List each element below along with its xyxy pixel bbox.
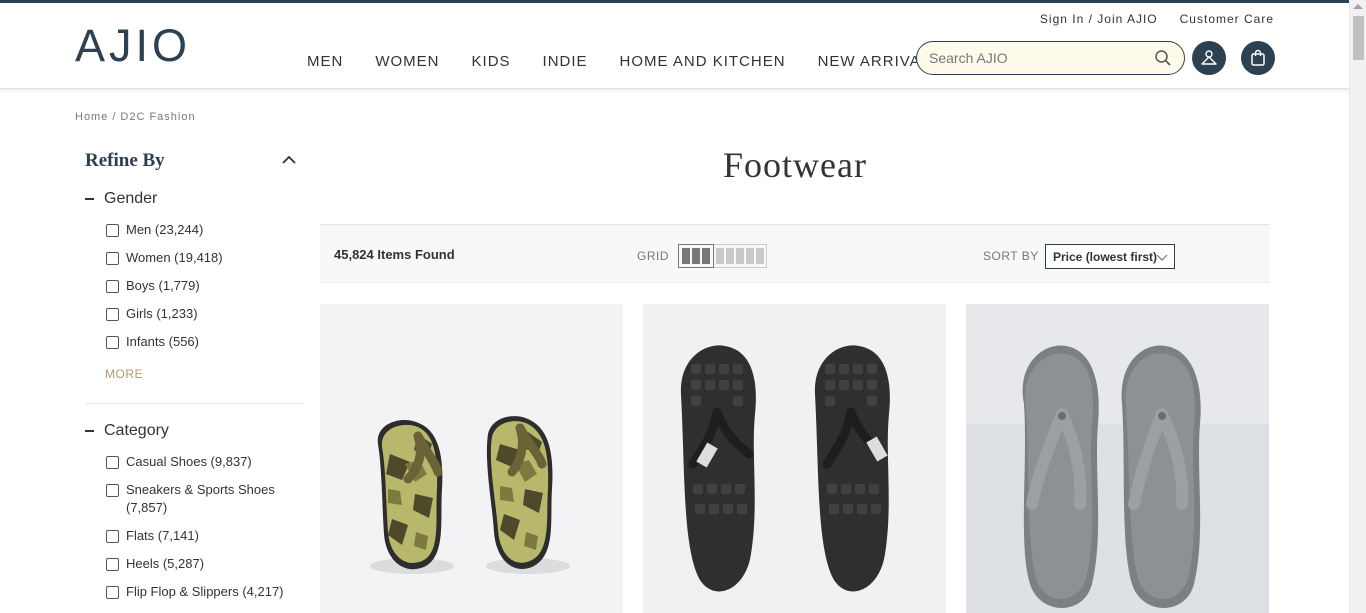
breadcrumb-current[interactable]: D2C Fashion <box>120 111 195 123</box>
filter-option[interactable]: Girls (1,233) <box>106 305 296 323</box>
user-icon <box>1201 50 1217 65</box>
filter-option-label: Casual Shoes (9,837) <box>126 454 252 469</box>
scroll-thumb[interactable] <box>1353 16 1364 60</box>
breadcrumb-home[interactable]: Home <box>75 111 108 123</box>
nav-women[interactable]: WOMEN <box>375 53 439 70</box>
checkbox[interactable] <box>106 308 119 321</box>
shopping-bag-icon <box>1251 49 1265 66</box>
chevron-down-icon <box>1156 254 1168 261</box>
checkbox[interactable] <box>106 224 119 237</box>
page-scrollbar[interactable] <box>1349 0 1366 613</box>
chevron-up-icon[interactable] <box>281 152 297 168</box>
checkbox[interactable] <box>106 456 119 469</box>
ajio-logo[interactable]: AJIO <box>75 23 191 69</box>
facet-category-label: Category <box>104 422 169 439</box>
filter-option-label: Girls (1,233) <box>126 306 198 321</box>
filter-option-label: Men (23,244) <box>126 222 204 237</box>
collapse-minus-icon <box>85 198 94 200</box>
filter-option[interactable]: Men (23,244) <box>106 221 296 239</box>
nav-indie[interactable]: INDIE <box>543 53 588 70</box>
filter-option-label: Flats (7,141) <box>126 528 199 543</box>
main-nav: MEN WOMEN KIDS INDIE HOME AND KITCHEN NE… <box>307 53 973 70</box>
filter-option[interactable]: Heels (5,287) <box>106 555 296 573</box>
checkbox[interactable] <box>106 484 119 497</box>
filter-option-label: Infants (556) <box>126 334 199 349</box>
filter-option[interactable]: Infants (556) <box>106 333 296 351</box>
checkbox[interactable] <box>106 558 119 571</box>
filter-option[interactable]: Women (19,418) <box>106 249 296 267</box>
filter-option-label: Boys (1,779) <box>126 278 200 293</box>
facet-gender[interactable]: Gender <box>85 190 157 208</box>
bag-button[interactable] <box>1241 41 1275 75</box>
account-button[interactable] <box>1192 41 1226 75</box>
camo-flip-flops-image <box>320 304 623 613</box>
refine-by-title: Refine By <box>85 150 165 171</box>
filter-option[interactable]: Boys (1,779) <box>106 277 296 295</box>
product-card[interactable] <box>320 304 623 613</box>
customer-care-link[interactable]: Customer Care <box>1180 12 1274 26</box>
filter-option[interactable]: Flip Flop & Slippers (4,217) <box>106 583 296 601</box>
checkbox[interactable] <box>106 336 119 349</box>
breadcrumb-separator: / <box>112 111 117 123</box>
product-card[interactable] <box>966 304 1269 613</box>
facet-gender-label: Gender <box>104 190 158 207</box>
search-input[interactable] <box>929 50 1154 66</box>
sort-dropdown[interactable]: Price (lowest first) <box>1045 244 1175 269</box>
checkbox[interactable] <box>106 280 119 293</box>
checkbox[interactable] <box>106 530 119 543</box>
grid-3-columns-icon[interactable] <box>678 244 714 268</box>
sort-value: Price (lowest first) <box>1053 250 1158 264</box>
search-box <box>916 41 1185 75</box>
top-links: Sign In / Join AJIO Customer Care <box>1040 12 1274 26</box>
sort-label: SORT BY <box>983 249 1039 263</box>
results-toolbar: 45,824 Items Found GRID SORT BY Price (l… <box>320 224 1270 283</box>
search-icon[interactable] <box>1154 49 1172 67</box>
grid-label: GRID <box>637 249 669 263</box>
page-title: Footwear <box>723 145 867 185</box>
filter-option-label: Sneakers & Sports Shoes (7,857) <box>126 482 275 515</box>
scroll-up-arrow-icon[interactable] <box>1353 4 1363 9</box>
grid-5-columns-icon[interactable] <box>714 245 766 267</box>
filter-option[interactable]: Sneakers & Sports Shoes (7,857) <box>106 481 286 517</box>
breadcrumb: Home / D2C Fashion <box>75 111 196 123</box>
black-flip-flops-image <box>643 304 946 613</box>
nav-men[interactable]: MEN <box>307 53 343 70</box>
checkbox[interactable] <box>106 252 119 265</box>
grey-flip-flops-image <box>966 304 1269 613</box>
items-found-count: 45,824 Items Found <box>334 247 455 262</box>
facet-category[interactable]: Category <box>85 422 169 440</box>
signin-link[interactable]: Sign In / Join AJIO <box>1040 12 1158 26</box>
filter-option-label: Heels (5,287) <box>126 556 205 571</box>
checkbox[interactable] <box>106 586 119 599</box>
filter-option-label: Women (19,418) <box>126 250 223 265</box>
product-card[interactable] <box>643 304 946 613</box>
collapse-minus-icon <box>85 430 94 432</box>
filter-option-label: Flip Flop & Slippers (4,217) <box>126 584 284 599</box>
filter-option[interactable]: Casual Shoes (9,837) <box>106 453 296 471</box>
grid-toggle <box>678 244 767 268</box>
divider <box>85 403 303 404</box>
filter-option[interactable]: Flats (7,141) <box>106 527 296 545</box>
nav-home-and-kitchen[interactable]: HOME AND KITCHEN <box>620 53 786 70</box>
site-header: AJIO Sign In / Join AJIO Customer Care M… <box>0 3 1349 89</box>
nav-kids[interactable]: KIDS <box>472 53 511 70</box>
more-link[interactable]: MORE <box>105 367 143 381</box>
